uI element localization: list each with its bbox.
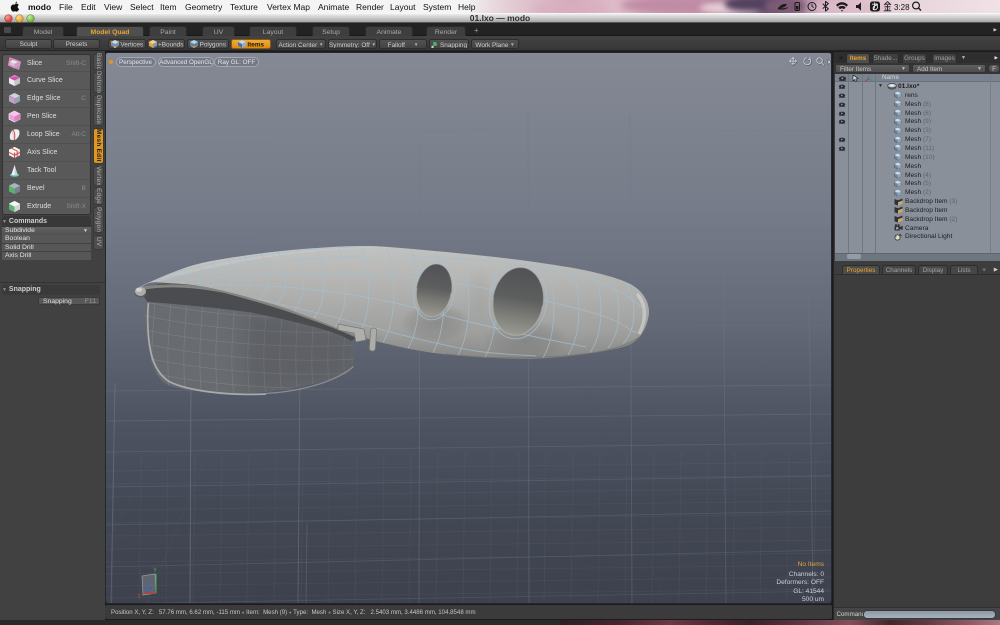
svg-text:Y: Y (153, 568, 157, 574)
svg-text:3:28: 3:28 (894, 3, 910, 12)
svg-text:X: X (137, 594, 141, 600)
